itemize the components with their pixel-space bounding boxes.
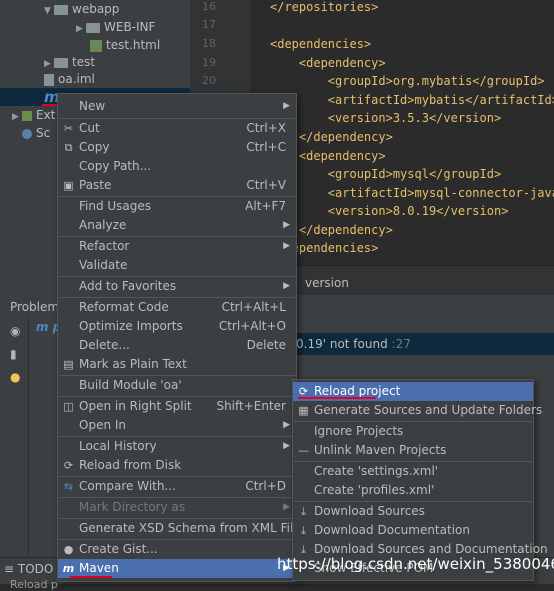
tree-item-web-inf[interactable]: ▶ WEB-INF [76, 18, 155, 36]
menu-item-create-profiles-xml[interactable]: Create 'profiles.xml' [293, 481, 533, 500]
lightbulb-icon[interactable]: ● [10, 370, 20, 384]
menu-item-download-documentation[interactable]: ⤓ Download Documentation [293, 521, 533, 540]
folder-icon [54, 4, 68, 15]
line-number: 17 [202, 18, 216, 31]
menu-item-generate-sources[interactable]: ▦ Generate Sources and Update Folders [293, 401, 542, 420]
cut-icon: ✂ [63, 122, 74, 135]
download-icon: ⤓ [301, 524, 306, 537]
download-icon: ⤓ [301, 505, 306, 518]
copy-icon: ⧉ [64, 141, 73, 154]
code-line: <version>8.0.19</version> [270, 204, 509, 218]
problem-row[interactable]: 0.19' not found :27 [292, 333, 554, 355]
scratch-icon [22, 128, 32, 139]
chevron-right-icon: ▶ [283, 220, 290, 230]
menu-item-find-usages[interactable]: Find Usages Alt+F7 [58, 197, 296, 216]
menu-item-copy[interactable]: ⧉ Copy Ctrl+C [58, 138, 296, 157]
tree-item-external-libraries[interactable]: ▶ Ext [12, 106, 55, 124]
list-icon: ≡ [4, 562, 18, 576]
code-line: <version>3.5.3</version> [270, 111, 502, 125]
tree-item-scratches[interactable]: Sc [22, 124, 50, 142]
line-number: 18 [202, 37, 216, 50]
chevron-right-icon[interactable]: ▶ [76, 20, 86, 38]
watermark-text: https://blog.csdn.net/weixin_53800464 [277, 555, 554, 573]
line-number: 20 [202, 74, 216, 87]
menu-item-download-sources[interactable]: ⤓ Download Sources [293, 502, 533, 521]
split-icon: ◫ [63, 400, 74, 413]
paste-icon: ▣ [63, 179, 74, 192]
menu-item-local-history[interactable]: Local History ▶ [58, 437, 296, 456]
status-text: Reload p [10, 578, 58, 591]
html-file-icon [90, 39, 102, 52]
code-line: <dependencies> [270, 37, 372, 51]
menu-item-open-in-right-split[interactable]: ◫ Open in Right Split Shift+Enter [58, 397, 296, 416]
menu-item-reload-from-disk[interactable]: ⟳ Reload from Disk [58, 456, 296, 475]
reload-icon: ⟳ [63, 459, 74, 472]
menu-item-delete[interactable]: Delete... Delete [58, 336, 296, 355]
menu-item-optimize-imports[interactable]: Optimize Imports Ctrl+Alt+O [58, 317, 296, 336]
tree-item-webapp[interactable]: ▼ webapp [44, 0, 119, 18]
generate-icon: ▦ [298, 404, 309, 417]
todo-tab[interactable]: ≡ TODO [4, 562, 53, 576]
problems-toolbar: ◉ ▮ ● [0, 318, 29, 557]
tree-lower: ▶ Ext Sc [0, 106, 57, 295]
menu-item-build-module[interactable]: Build Module 'oa' [58, 376, 296, 395]
code-line: <artifactId>mysql-connector-java [270, 186, 554, 200]
menu-item-compare-with[interactable]: ⇆ Compare With... Ctrl+D [58, 477, 296, 496]
menu-item-reformat-code[interactable]: Reformat Code Ctrl+Alt+L [58, 298, 296, 317]
chevron-right-icon[interactable]: ▶ [12, 108, 22, 126]
folder-icon [54, 57, 68, 68]
chevron-right-icon: ▶ [283, 441, 290, 451]
menu-item-create-gist[interactable]: ● Create Gist... [58, 540, 296, 559]
context-menu: New ▶ ✂ Cut Ctrl+X ⧉ Copy Ctrl+C Copy Path...… [57, 93, 312, 582]
menu-item-mark-directory-as: Mark Directory as ▶ [58, 498, 296, 517]
menu-item-create-settings-xml[interactable]: Create 'settings.xml' [293, 462, 533, 481]
menu-item-validate[interactable]: Validate [58, 256, 296, 275]
maven-icon: m [62, 562, 75, 575]
code-line: </repositories> [270, 0, 379, 14]
project-tree: ▼ webapp ▶ WEB-INF test.html ▶ test oa.iml [0, 0, 190, 94]
menu-item-analyze[interactable]: Analyze ▶ [58, 216, 296, 235]
minus-icon: — [298, 444, 309, 457]
library-icon [22, 110, 32, 121]
menu-item-ignore-projects[interactable]: Ignore Projects [293, 422, 533, 441]
problem-message: 0.19' not found [296, 337, 388, 351]
menu-item-generate-xsd[interactable]: Generate XSD Schema from XML File... [58, 519, 312, 538]
menu-item-cut[interactable]: ✂ Cut Ctrl+X [58, 119, 296, 138]
plain-text-icon: ▤ [63, 358, 74, 371]
menu-item-paste[interactable]: ▣ Paste Ctrl+V [58, 176, 296, 195]
maven-submenu: ⟳ Reload project ▦ Generate Sources and Up… [292, 379, 548, 581]
compare-icon: ⇆ [63, 480, 74, 493]
github-icon: ● [63, 543, 74, 556]
tree-item-test-html[interactable]: test.html [90, 36, 160, 54]
menu-item-mark-as-plain-text[interactable]: ▤ Mark as Plain Text [58, 355, 296, 374]
code-line: <groupId>org.mybatis</groupId> [270, 74, 545, 88]
preview-icon[interactable]: ▮ [10, 347, 17, 361]
chevron-right-icon: ▶ [283, 420, 290, 430]
problem-line-ref: :27 [391, 337, 411, 351]
chevron-right-icon: ▶ [283, 241, 290, 251]
line-number: 16 [202, 0, 216, 13]
code-line: <groupId>mysql</groupId> [270, 167, 502, 181]
breadcrumb-item[interactable]: version [305, 276, 349, 290]
code-line: <dependency> [270, 56, 386, 70]
menu-item-copy-path[interactable]: Copy Path... [58, 157, 296, 176]
tree-item-oa-iml[interactable]: oa.iml [44, 70, 95, 88]
chevron-right-icon: ▶ [283, 101, 290, 111]
menu-item-unlink-maven-projects[interactable]: — Unlink Maven Projects [293, 441, 533, 460]
tree-item-test[interactable]: ▶ test [44, 53, 95, 71]
menu-item-add-to-favorites[interactable]: Add to Favorites ▶ [58, 277, 296, 296]
line-number: 19 [202, 56, 216, 69]
chevron-down-icon[interactable]: ▼ [44, 2, 54, 20]
menu-item-open-in[interactable]: Open In ▶ [58, 416, 296, 435]
red-annotation-underline [70, 576, 112, 578]
eye-icon[interactable]: ◉ [10, 324, 20, 338]
menu-item-new[interactable]: New ▶ [58, 97, 296, 116]
folder-icon [86, 22, 100, 33]
red-annotation-underline [298, 397, 376, 399]
chevron-right-icon: ▶ [283, 502, 290, 512]
menu-item-refactor[interactable]: Refactor ▶ [58, 237, 296, 256]
module-file-icon [44, 73, 54, 86]
code-line: <artifactId>mybatis</artifactId> [270, 93, 554, 107]
chevron-right-icon: ▶ [283, 281, 290, 291]
